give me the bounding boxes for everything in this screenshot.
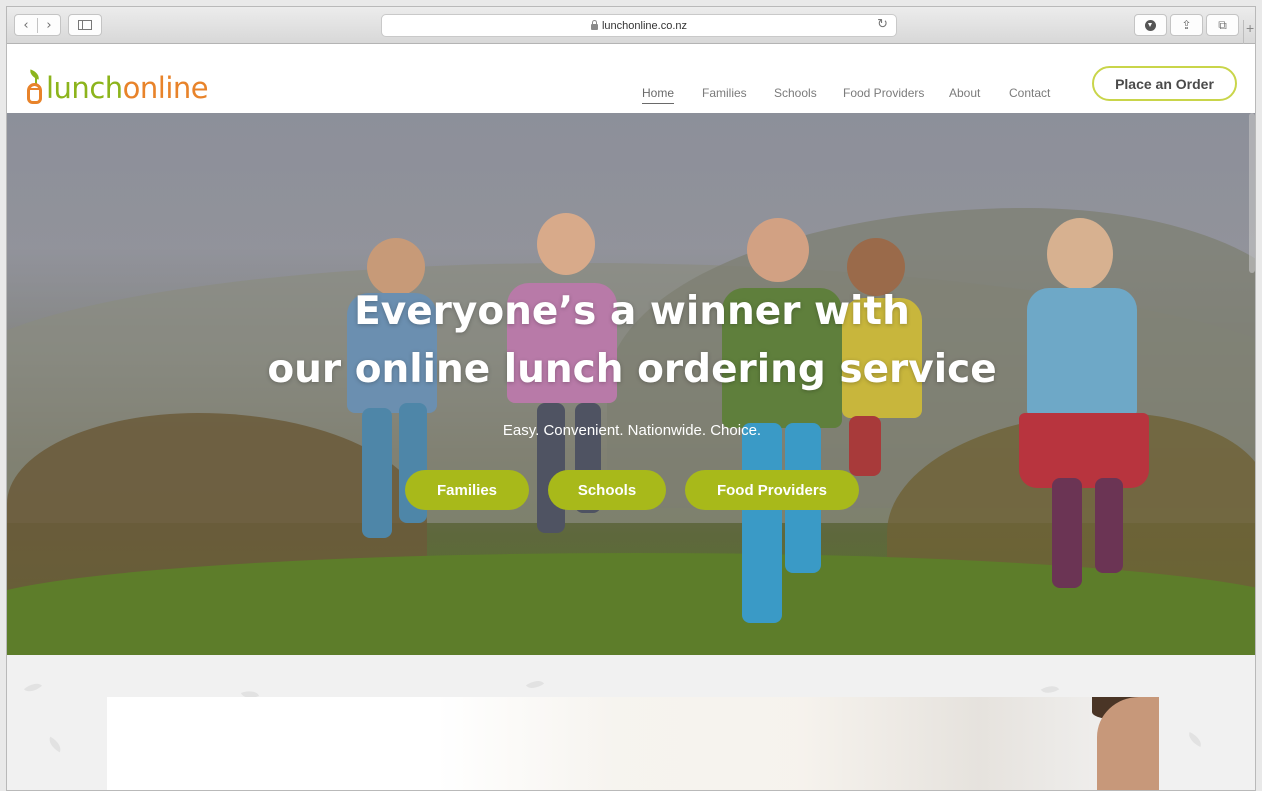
nav-item-families[interactable]: Families [702, 86, 747, 100]
feature-card-photo [437, 697, 1159, 790]
hero-title: Everyone’s a winner with our online lunc… [7, 283, 1255, 399]
browser-toolbar: ‹ › lunchonline.co.nz ↻ ⇪ ⧉ + [7, 7, 1255, 44]
browser-window: ‹ › lunchonline.co.nz ↻ ⇪ ⧉ + lunchonlin… [6, 6, 1256, 791]
nav-item-schools[interactable]: Schools [774, 86, 817, 100]
logo-text-online: online [122, 71, 209, 105]
logo-text: lunchonline [46, 71, 209, 105]
logo[interactable]: lunchonline [26, 55, 209, 105]
page-scrollbar[interactable] [1249, 113, 1255, 273]
download-icon [1145, 19, 1156, 31]
share-icon: ⇪ [1181, 18, 1192, 32]
feature-card [107, 697, 1159, 790]
lock-icon [590, 19, 598, 30]
hero-schools-button[interactable]: Schools [548, 470, 666, 510]
hero-subtitle: Easy. Convenient. Nationwide. Choice. [502, 422, 762, 439]
hero-section: Everyone’s a winner with our online lunc… [7, 113, 1255, 655]
nav-item-about[interactable]: About [949, 86, 980, 100]
site-header: lunchonline Home Families Schools Food P… [7, 44, 1255, 113]
nav-item-home[interactable]: Home [642, 86, 675, 104]
reload-icon[interactable]: ↻ [877, 17, 888, 32]
downloads-button[interactable] [1134, 14, 1167, 36]
show-tabs-button[interactable]: ⧉ [1206, 14, 1239, 36]
hero-families-button[interactable]: Families [405, 470, 529, 510]
history-buttons: ‹ › [14, 14, 61, 36]
logo-text-lunch: lunch [46, 71, 123, 105]
hero-food-providers-button[interactable]: Food Providers [685, 470, 859, 510]
apple-logo-icon [26, 69, 44, 105]
hero-title-line1: Everyone’s a winner with [354, 289, 910, 334]
sidebar-toggle-button[interactable] [68, 14, 102, 36]
place-order-button[interactable]: Place an Order [1092, 66, 1237, 101]
url-text: lunchonline.co.nz [601, 19, 687, 32]
share-button[interactable]: ⇪ [1170, 14, 1203, 36]
forward-button[interactable]: › [38, 18, 60, 33]
address-bar[interactable]: lunchonline.co.nz ↻ [381, 14, 897, 37]
tabs-icon: ⧉ [1218, 17, 1227, 32]
sidebar-icon [78, 20, 92, 30]
nav-item-food-providers[interactable]: Food Providers [843, 86, 924, 100]
back-button[interactable]: ‹ [15, 17, 38, 33]
hero-content: Everyone’s a winner with our online lunc… [7, 283, 1255, 439]
nav-item-contact[interactable]: Contact [1009, 86, 1050, 100]
new-tab-button[interactable]: + [1243, 20, 1255, 44]
content-section [7, 655, 1255, 790]
hero-title-line2: our online lunch ordering service [267, 347, 997, 392]
